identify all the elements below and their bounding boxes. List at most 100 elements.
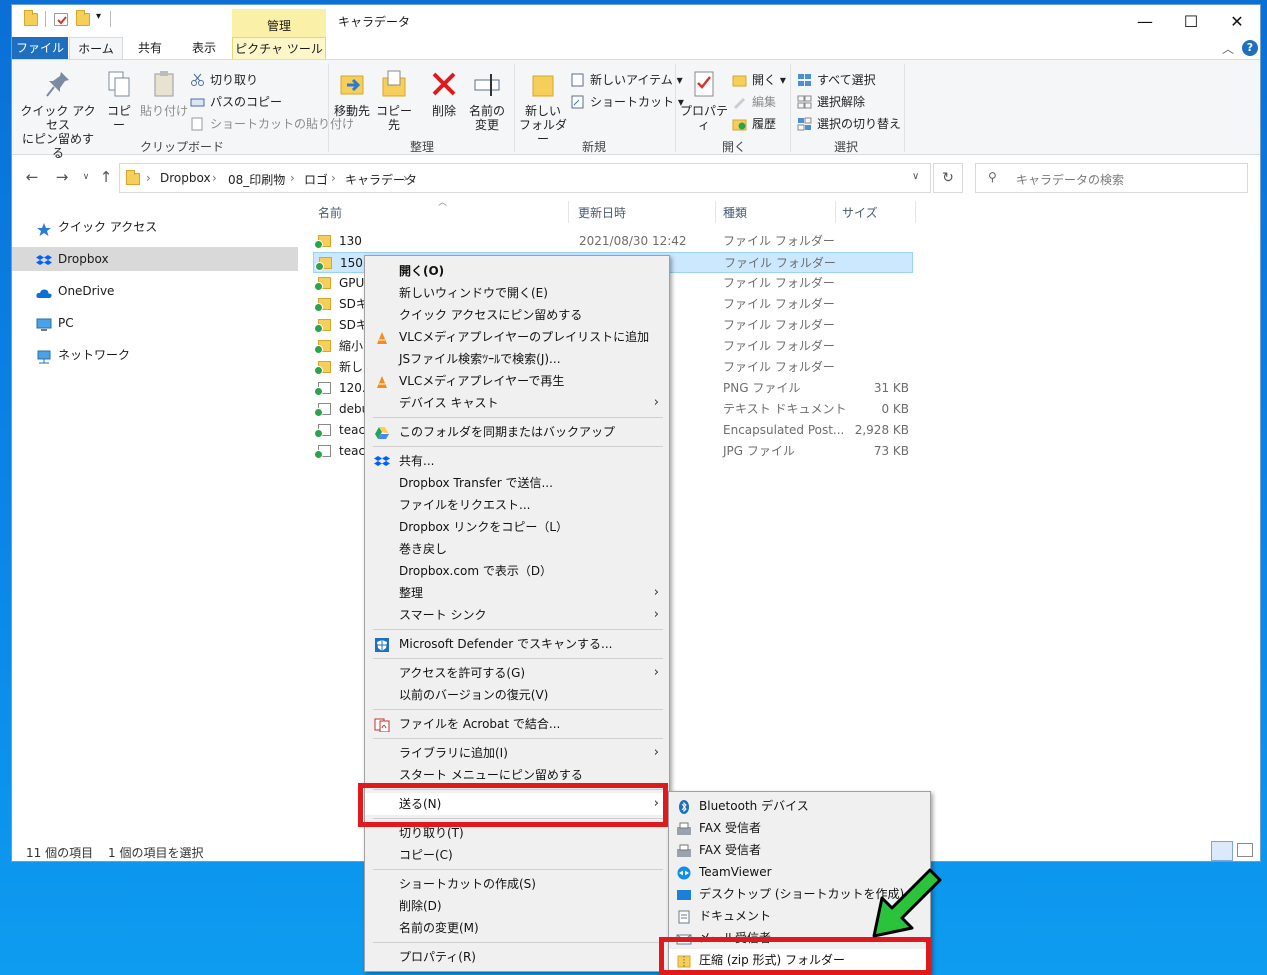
menu-item-give-access[interactable]: アクセスを許可する(G) ›	[365, 662, 669, 684]
delete-button[interactable]: 削除	[424, 64, 464, 118]
help-icon[interactable]: ?	[1242, 40, 1258, 56]
menu-item-pin-quick-access[interactable]: クイック アクセスにピン留めする	[365, 304, 669, 326]
menu-separator	[373, 658, 663, 659]
menu-item-google-drive-sync[interactable]: このフォルダを同期またはバックアップ	[365, 421, 669, 443]
history-button[interactable]: 履歴	[732, 114, 776, 134]
column-name[interactable]: 名前	[318, 204, 342, 221]
invert-selection-button[interactable]: 選択の切り替え	[797, 114, 901, 134]
pin-quick-access-button[interactable]: クイック アクセス にピン留めする	[18, 64, 98, 160]
new-item-button[interactable]: 新しいアイテム ▾	[570, 70, 683, 90]
nav-pc[interactable]: PC	[12, 311, 298, 335]
menu-label: 整理	[399, 586, 424, 600]
column-divider[interactable]	[915, 201, 916, 223]
menu-item-request-files[interactable]: ファイルをリクエスト...	[365, 494, 669, 516]
tab-home[interactable]: ホーム	[69, 37, 123, 59]
menu-item-add-to-library[interactable]: ライブラリに追加(I) ›	[365, 742, 669, 764]
menu-item-create-shortcut[interactable]: ショートカットの作成(S)	[365, 873, 669, 895]
menu-item-share[interactable]: 共有...	[365, 450, 669, 472]
properties-button[interactable]: プロパティ	[678, 64, 730, 132]
column-divider[interactable]	[715, 201, 716, 223]
column-divider[interactable]	[568, 201, 569, 223]
shortcut-label: ショートカット	[590, 95, 675, 109]
details-view-icon[interactable]	[1211, 841, 1233, 861]
menu-item-rewind[interactable]: 巻き戻し	[365, 538, 669, 560]
back-button[interactable]: ←	[22, 165, 42, 189]
copy-path-button[interactable]: パスのコピー	[190, 92, 282, 112]
rename-button[interactable]: 名前の 変更	[466, 64, 508, 132]
nav-onedrive[interactable]: OneDrive	[12, 279, 298, 303]
up-button[interactable]: ↑	[96, 165, 116, 189]
send-to-fax[interactable]: FAX 受信者	[669, 817, 930, 839]
close-button[interactable]: ✕	[1214, 9, 1260, 35]
send-to-bluetooth[interactable]: Bluetooth デバイス	[669, 795, 930, 817]
forward-button[interactable]: →	[52, 165, 72, 189]
menu-item-organize[interactable]: 整理 ›	[365, 582, 669, 604]
nav-quick-access[interactable]: クイック アクセス	[12, 215, 298, 239]
menu-item-properties[interactable]: プロパティ(R)	[365, 946, 669, 968]
select-none-button[interactable]: 選択解除	[797, 92, 865, 112]
column-size[interactable]: サイズ	[842, 204, 878, 221]
menu-item-device-cast[interactable]: デバイス キャスト ›	[365, 392, 669, 414]
menu-item-restore-versions[interactable]: 以前のバージョンの復元(V)	[365, 684, 669, 706]
open-button[interactable]: 開く ▾	[732, 70, 786, 90]
nav-dropbox[interactable]: Dropbox	[12, 247, 298, 271]
rename-icon	[472, 68, 502, 100]
menu-item-dropbox-transfer[interactable]: Dropbox Transfer で送信...	[365, 472, 669, 494]
menu-item-view-dropbox-com[interactable]: Dropbox.com で表示（D）	[365, 560, 669, 582]
address-dropdown-icon[interactable]: ∨	[912, 171, 919, 182]
column-divider[interactable]	[835, 201, 836, 223]
ribbon-divider	[328, 64, 329, 152]
ribbon-tabs: ファイル ホーム 共有 表示 ピクチャ ツール ︿ ?	[12, 37, 1260, 59]
menu-item-smart-sync[interactable]: スマート シンク ›	[365, 604, 669, 626]
folder-icon	[126, 170, 140, 185]
refresh-button[interactable]: ↻	[933, 163, 963, 193]
cut-button[interactable]: 切り取り	[190, 70, 258, 90]
send-to-fax[interactable]: FAX 受信者	[669, 839, 930, 861]
file-size: 73 KB	[873, 444, 909, 458]
new-folder-icon[interactable]	[76, 10, 90, 26]
column-date[interactable]: 更新日時	[578, 204, 626, 221]
properties-icon[interactable]	[54, 13, 68, 26]
move-to-button[interactable]: 移動先	[332, 64, 372, 118]
file-row[interactable]: 130 2021/08/30 12:42 ファイル フォルダー	[313, 231, 913, 252]
new-folder-button[interactable]: 新しい フォルダー	[518, 64, 568, 146]
recent-locations-button[interactable]: ∨	[76, 165, 96, 189]
menu-item-open[interactable]: 開く(O)	[365, 260, 669, 282]
copy-to-button[interactable]: コピー先	[374, 64, 414, 132]
menu-item-defender-scan[interactable]: Microsoft Defender でスキャンする...	[365, 633, 669, 655]
maximize-button[interactable]: ☐	[1168, 9, 1214, 35]
paste-shortcut-button[interactable]: ショートカットの貼り付け	[190, 114, 354, 134]
shortcut-icon	[570, 95, 585, 109]
edit-button[interactable]: 編集	[732, 92, 776, 112]
collapse-ribbon-icon[interactable]: ︿	[1222, 40, 1234, 57]
breadcrumb-logo[interactable]: ロゴ	[304, 171, 328, 188]
copy-button[interactable]: コピー	[102, 64, 136, 132]
column-type[interactable]: 種類	[723, 204, 747, 221]
menu-item-delete[interactable]: 削除(D)	[365, 895, 669, 917]
search-box[interactable]: ⚲ キャラデータの検索	[975, 163, 1248, 193]
customize-qat-icon[interactable]: ▾	[96, 11, 101, 22]
address-bar[interactable]: › Dropbox › 08_印刷物 › ロゴ › キャラデータ › ∨	[119, 163, 931, 193]
tab-picture-tools[interactable]: ピクチャ ツール	[232, 37, 326, 59]
menu-item-vlc-playlist[interactable]: VLCメディアプレイヤーのプレイリストに追加	[365, 326, 669, 348]
menu-item-open-new-window[interactable]: 新しいウィンドウで開く(E)	[365, 282, 669, 304]
breadcrumb-print[interactable]: 08_印刷物	[228, 171, 285, 188]
paste-button[interactable]: 貼り付け	[140, 64, 188, 118]
select-all-button[interactable]: すべて選択	[797, 70, 876, 90]
menu-item-js-search[interactable]: JSファイル検索ﾂｰﾙで検索(J)...	[365, 348, 669, 370]
easy-access-button[interactable]: ショートカット ▾	[570, 92, 684, 112]
minimize-button[interactable]: —	[1122, 9, 1168, 35]
menu-item-copy-dropbox-link[interactable]: Dropbox リンクをコピー（L）	[365, 516, 669, 538]
large-icons-view-icon[interactable]	[1237, 843, 1253, 857]
tab-file[interactable]: ファイル	[12, 37, 68, 59]
menu-item-vlc-play[interactable]: VLCメディアプレイヤーで再生	[365, 370, 669, 392]
menu-item-acrobat-combine[interactable]: ファイルを Acrobat で結合...	[365, 713, 669, 735]
tab-view[interactable]: 表示	[182, 37, 226, 59]
menu-item-copy[interactable]: コピー(C)	[365, 844, 669, 866]
file-type: PNG ファイル	[723, 381, 801, 395]
breadcrumb-dropbox[interactable]: Dropbox	[160, 171, 211, 185]
manage-context-tab[interactable]: 管理	[232, 9, 326, 39]
tab-share[interactable]: 共有	[128, 37, 172, 59]
nav-network[interactable]: ネットワーク	[12, 343, 298, 367]
menu-item-rename[interactable]: 名前の変更(M)	[365, 917, 669, 939]
